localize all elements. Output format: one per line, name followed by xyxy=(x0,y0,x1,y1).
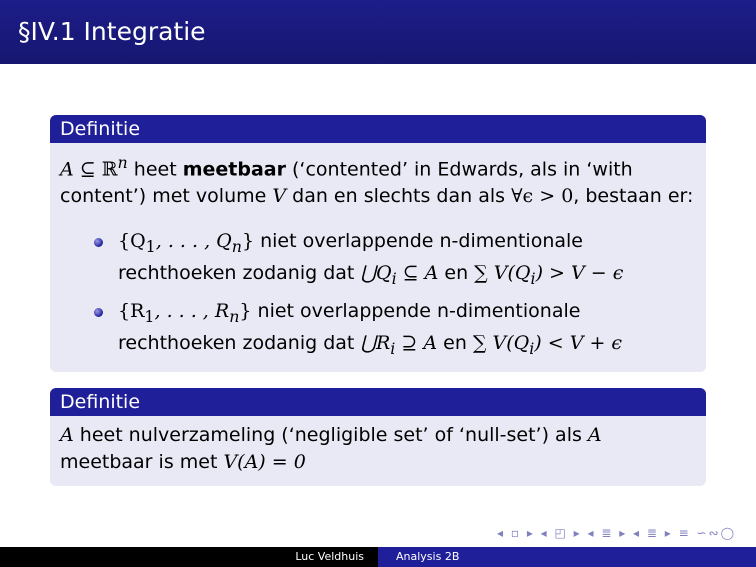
text: dan en slechts dan als xyxy=(286,185,512,208)
footer-author: Luc Veldhuis xyxy=(0,547,378,567)
text: en xyxy=(437,331,473,354)
math: } xyxy=(241,230,255,253)
math: } xyxy=(239,299,252,322)
math-subseteq: ⊆ xyxy=(73,158,102,181)
math: , . . . , Q xyxy=(155,230,232,253)
footer: Luc Veldhuis Analysis 2B xyxy=(0,547,756,567)
block-title: Definitie xyxy=(50,115,706,143)
math-V: V xyxy=(272,185,287,208)
math: ) < V + ϵ xyxy=(534,331,623,354)
math-sub: 1 xyxy=(145,237,156,257)
text-heet: heet xyxy=(127,158,183,181)
math-sub: n xyxy=(229,306,240,326)
math-A: A xyxy=(60,158,74,181)
math: ∑ V(Q xyxy=(472,331,530,354)
text: , bestaan er: xyxy=(573,185,694,208)
text: heet nulverzameling (‘negligible set’ of… xyxy=(73,424,588,446)
math: ∑ V(Q xyxy=(474,262,531,285)
bullet-icon xyxy=(94,307,103,317)
math: {R xyxy=(118,299,145,322)
footer-course: Analysis 2B xyxy=(378,547,756,567)
math: ⊆ A xyxy=(396,262,439,285)
math-A: A xyxy=(60,424,74,446)
text: en xyxy=(438,262,475,285)
block-body: A heet nulverzameling (‘negligible set’ … xyxy=(50,416,706,486)
block-title: Definitie xyxy=(50,388,706,416)
list-item: {Q1, . . . , Qn} niet overlappende n-dim… xyxy=(90,228,696,292)
math: ⊇ A xyxy=(395,331,438,354)
list-item: {R1, . . . , Rn} niet overlappende n-dim… xyxy=(90,298,696,362)
slide-title: §IV.1 Integratie xyxy=(0,0,756,64)
math: {Q xyxy=(118,230,146,253)
math-formula: V(A) = 0 xyxy=(223,451,306,473)
math: ⋃R xyxy=(360,331,391,354)
definition-block-1: Definitie A ⊆ ℝn heet meetbaar (‘content… xyxy=(50,115,706,372)
block-body: A ⊆ ℝn heet meetbaar (‘contented’ in Edw… xyxy=(50,143,706,372)
math: ) > V − ϵ xyxy=(535,262,624,285)
condition-list: {Q1, . . . , Qn} niet overlappende n-dim… xyxy=(60,228,696,361)
math: ⋃Q xyxy=(360,262,392,285)
math-sub: n xyxy=(231,237,242,257)
math: , . . . , R xyxy=(154,299,230,322)
bullet-icon xyxy=(94,238,103,248)
definition-block-2: Definitie A heet nulverzameling (‘neglig… xyxy=(50,388,706,486)
definition-intro: A ⊆ ℝn heet meetbaar (‘contented’ in Edw… xyxy=(60,149,696,210)
beamer-navigation-icons[interactable]: ◂ ▫ ▸ ◂ ◰ ▸ ◂ ≣ ▸ ◂ ≣ ▸ ≡ ∽∾◯ xyxy=(497,526,736,540)
math-Rn: ℝ xyxy=(101,158,118,181)
term-meetbaar: meetbaar xyxy=(182,158,286,181)
math-forall: ∀ϵ > 0 xyxy=(511,185,574,208)
math-n: n xyxy=(117,153,128,172)
text: meetbaar is met xyxy=(60,451,224,473)
math-A: A xyxy=(587,424,602,446)
math-sub: 1 xyxy=(144,306,155,326)
